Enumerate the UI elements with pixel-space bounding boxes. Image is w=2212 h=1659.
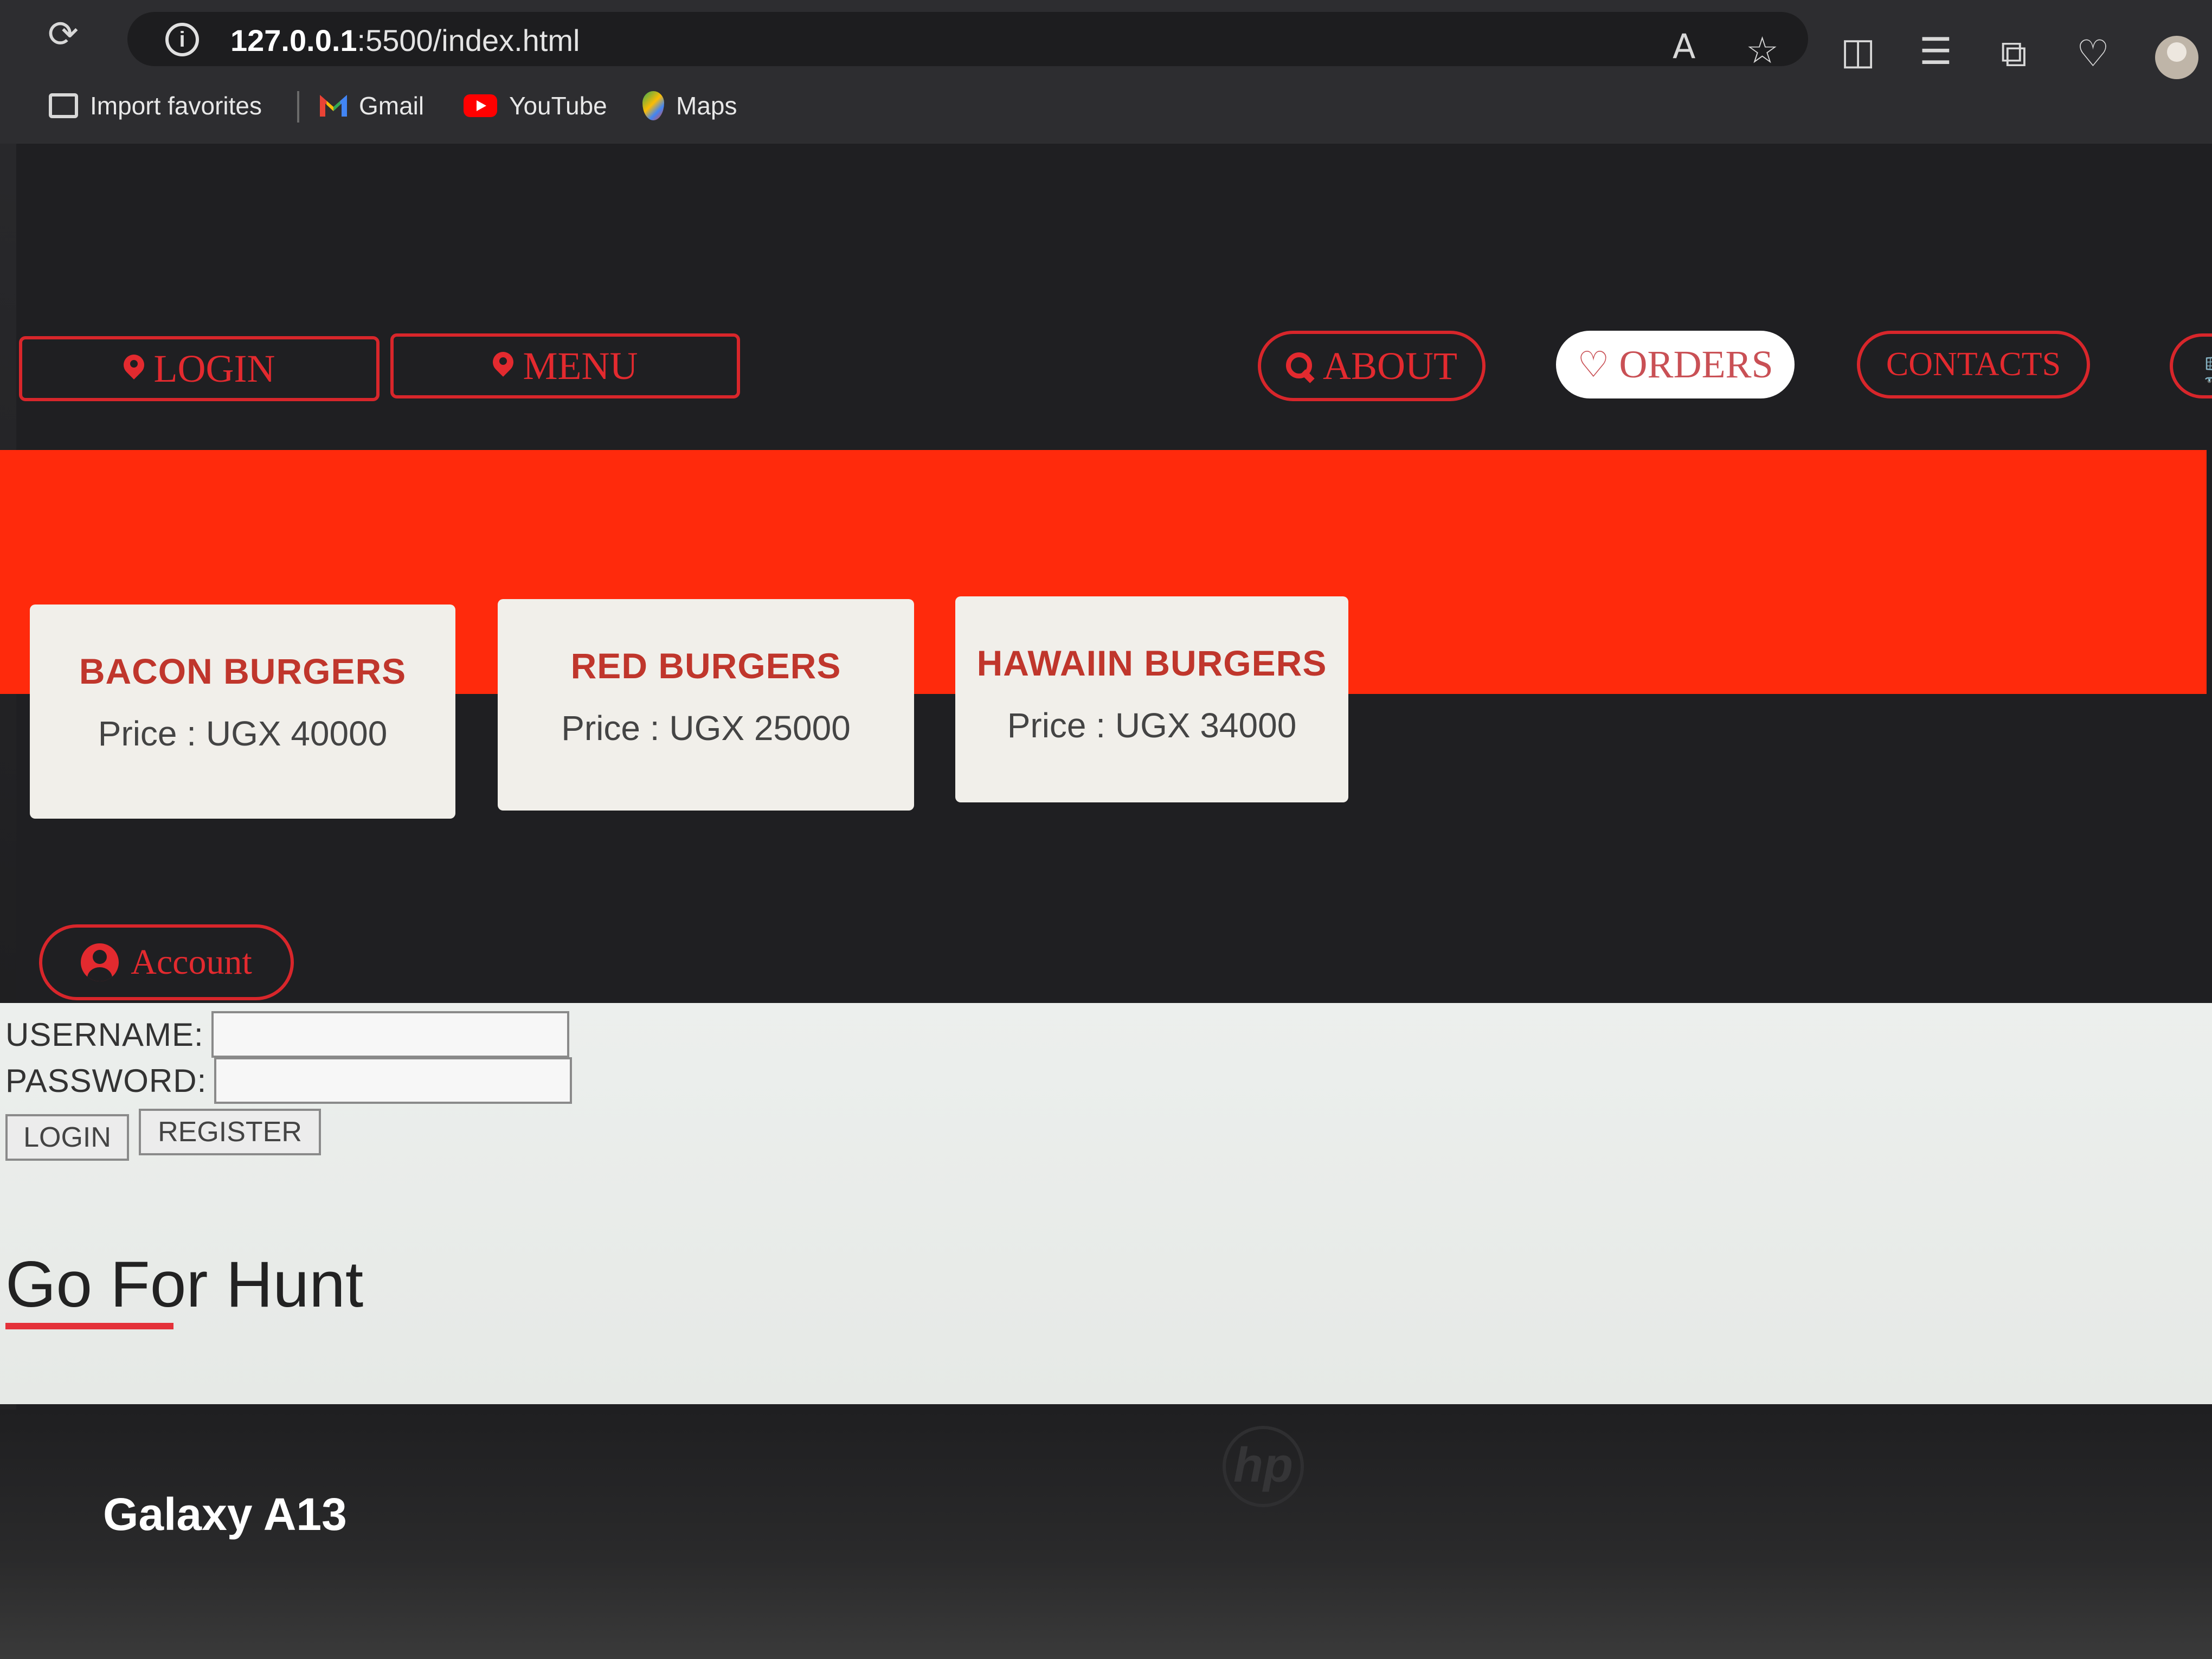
import-favorites-icon [49, 93, 78, 118]
camera-watermark: Galaxy A13 [103, 1489, 347, 1540]
login-nav-label: LOGIN [153, 346, 275, 390]
page-heading: Go For Hunt [5, 1248, 364, 1321]
browser-essentials-icon[interactable]: ♡ [2076, 36, 2110, 73]
bookmark-label: Maps [676, 92, 737, 120]
profile-avatar[interactable] [2155, 36, 2198, 79]
site-info-icon[interactable]: i [165, 23, 199, 56]
bookmarks-bar: Import favorites Gmail YouTube Maps [0, 76, 2212, 136]
hp-logo: hp [1223, 1426, 1304, 1507]
username-row: USERNAME: [5, 1011, 569, 1058]
username-input[interactable] [211, 1011, 569, 1058]
product-card[interactable]: BACON BURGERS Price : UGX 40000 [30, 605, 455, 819]
search-icon [1286, 352, 1313, 380]
split-screen-icon[interactable]: ◫ [1841, 34, 1875, 70]
bookmark-label: Gmail [359, 92, 425, 120]
map-pin-icon [493, 352, 513, 380]
browser-chrome: ⟳ i 127.0.0.1:5500/index.html A ☆ ◫ ☰ ⧉ … [0, 0, 2212, 144]
bookmark-import-favorites[interactable]: Import favorites [49, 91, 262, 120]
favorite-star-icon[interactable]: ☆ [1746, 33, 1779, 69]
password-row: PASSWORD: [5, 1057, 573, 1104]
heading-underline [5, 1323, 173, 1329]
username-label: USERNAME: [5, 1016, 204, 1053]
bookmark-label: Import favorites [90, 92, 262, 120]
maps-icon [642, 91, 664, 120]
gmail-icon [320, 95, 347, 117]
url-host: 127.0.0.1 [230, 23, 357, 57]
register-button[interactable]: REGISTER [139, 1109, 321, 1155]
product-name: RED BURGERS [570, 646, 841, 686]
about-nav-button[interactable]: ABOUT [1258, 331, 1486, 401]
product-price: Price : UGX 40000 [98, 714, 388, 753]
bookmark-label: YouTube [509, 92, 607, 120]
menu-nav-label: MENU [523, 344, 638, 388]
account-button[interactable]: Account [39, 924, 294, 1000]
cart-icon: 🛒 [2203, 349, 2212, 384]
heart-icon: ♡ [1577, 344, 1610, 385]
product-card[interactable]: HAWAIIN BURGERS Price : UGX 34000 [955, 596, 1348, 802]
read-aloud-icon[interactable]: A [1673, 30, 1695, 63]
orders-nav-button[interactable]: ♡ ORDERS [1556, 331, 1795, 398]
photo-frame: ⟳ i 127.0.0.1:5500/index.html A ☆ ◫ ☰ ⧉ … [0, 0, 2212, 1659]
menu-nav-button[interactable]: MENU [390, 333, 740, 398]
product-card[interactable]: RED BURGERS Price : UGX 25000 [498, 599, 914, 811]
product-price: Price : UGX 34000 [1007, 706, 1297, 745]
user-circle-icon [81, 943, 119, 981]
contacts-nav-button[interactable]: CONTACTS [1857, 331, 2090, 398]
product-price: Price : UGX 25000 [561, 709, 851, 748]
favorites-list-icon[interactable]: ☰ [1919, 34, 1952, 70]
orders-nav-label: ORDERS [1619, 343, 1773, 386]
bookmark-youtube[interactable]: YouTube [464, 91, 607, 120]
bookmark-divider [297, 91, 299, 123]
account-button-label: Account [131, 942, 252, 982]
password-input[interactable] [214, 1057, 573, 1104]
login-submit-button[interactable]: LOGIN [5, 1114, 129, 1161]
product-name: HAWAIIN BURGERS [976, 643, 1327, 683]
bookmark-gmail[interactable]: Gmail [320, 91, 424, 120]
map-pin-icon [124, 355, 144, 383]
cart-nav-button[interactable]: 🛒 [2170, 333, 2212, 398]
refresh-icon[interactable]: ⟳ [48, 16, 79, 53]
contacts-nav-label: CONTACTS [1886, 346, 2061, 383]
address-url[interactable]: 127.0.0.1:5500/index.html [230, 23, 580, 58]
bookmark-maps[interactable]: Maps [642, 91, 737, 120]
password-label: PASSWORD: [5, 1062, 207, 1099]
url-path: :5500/index.html [357, 23, 580, 57]
product-name: BACON BURGERS [79, 651, 407, 691]
youtube-icon [464, 94, 497, 117]
collections-icon[interactable]: ⧉ [2001, 36, 2027, 73]
about-nav-label: ABOUT [1323, 344, 1457, 388]
login-nav-button[interactable]: LOGIN [19, 336, 380, 401]
